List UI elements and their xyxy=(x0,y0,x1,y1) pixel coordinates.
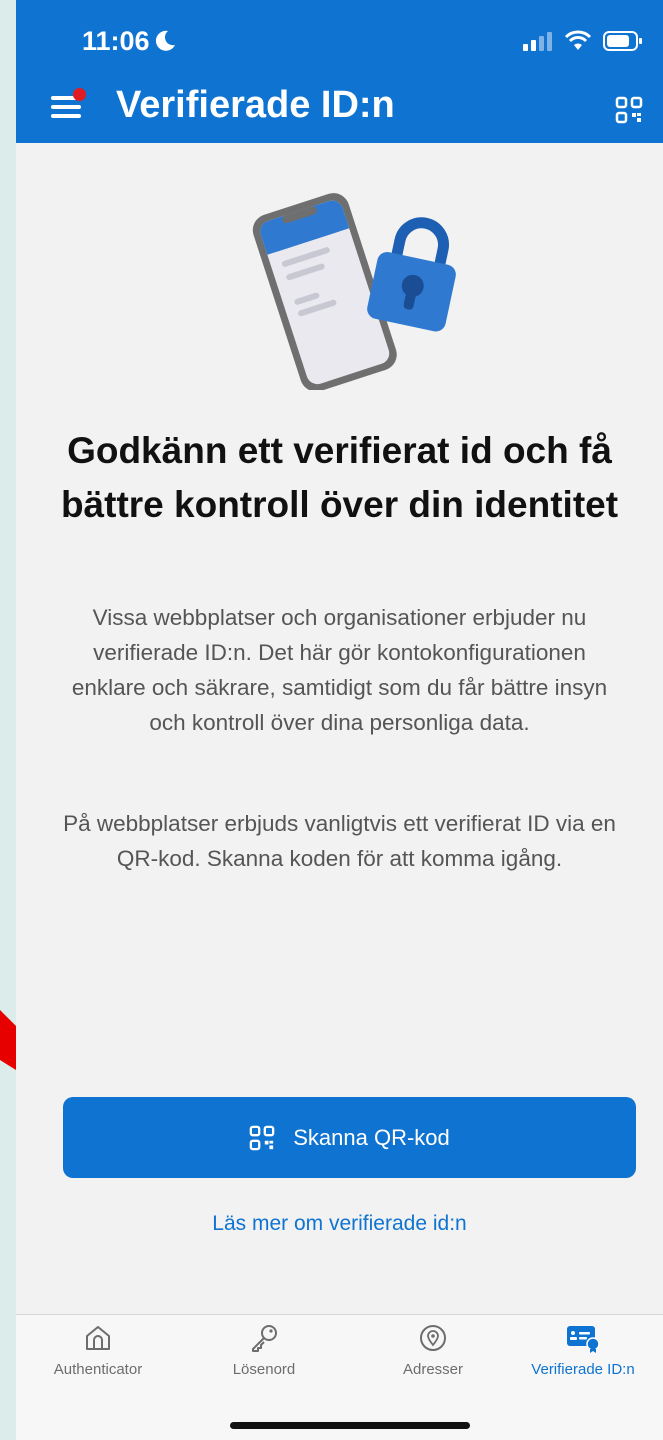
tab-label: Authenticator xyxy=(53,1361,143,1378)
phone-lock-illustration xyxy=(252,193,456,390)
hero-headline: Godkänn ett verifierat id och få bättre … xyxy=(60,430,619,525)
page-title: Verifierade ID:n xyxy=(116,84,395,126)
battery-icon xyxy=(603,31,642,51)
tab-label: Lösenord xyxy=(232,1361,296,1378)
app-header: 11:06 Verifierade ID:n xyxy=(16,0,663,143)
qr-scan-icon[interactable] xyxy=(615,96,643,124)
tab-verifierade-idn[interactable]: Verifierade ID:n xyxy=(503,1323,663,1378)
tab-label: Adresser xyxy=(402,1361,464,1378)
menu-button[interactable] xyxy=(51,88,87,124)
tab-adresser[interactable]: Adresser xyxy=(353,1323,513,1378)
key-icon xyxy=(252,1325,277,1352)
notification-dot xyxy=(73,88,86,101)
tab-label: Verifierade ID:n xyxy=(531,1361,635,1378)
learn-more-link[interactable]: Läs mer om verifierade id:n xyxy=(16,1212,663,1236)
tab-authenticator[interactable]: Authenticator xyxy=(18,1323,178,1378)
scan-qr-label: Skanna QR-kod xyxy=(293,1124,450,1150)
instruction-paragraph: På webbplatser erbjuds vanligtvis ett ve… xyxy=(63,811,616,871)
location-pin-icon xyxy=(420,1325,446,1351)
phone-screen: 11:06 Verifierade ID:n Godkänn ett verif… xyxy=(16,0,663,1440)
status-time: 11:06 xyxy=(82,26,150,56)
signal-icon xyxy=(523,32,552,51)
wifi-icon xyxy=(564,30,592,50)
description-paragraph: Vissa webbplatser och organisationer erb… xyxy=(71,605,608,735)
tab-losenord[interactable]: Lösenord xyxy=(184,1323,344,1378)
home-indicator[interactable] xyxy=(230,1422,470,1429)
scan-qr-button[interactable]: Skanna QR-kod xyxy=(63,1097,636,1178)
qr-code-icon xyxy=(249,1125,275,1150)
moon-icon xyxy=(156,30,175,51)
status-icons xyxy=(523,30,643,52)
home-icon xyxy=(86,1326,110,1350)
id-card-icon xyxy=(567,1326,600,1353)
